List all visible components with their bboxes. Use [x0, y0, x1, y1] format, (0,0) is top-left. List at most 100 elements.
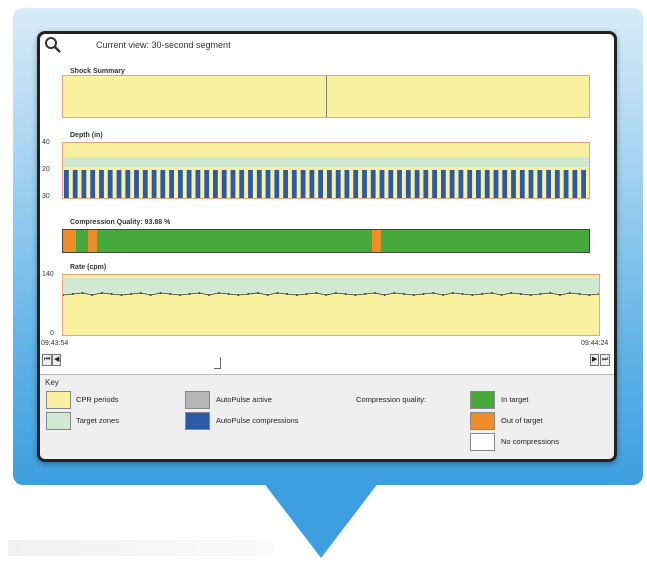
- depth-strip: [62, 142, 590, 199]
- window-title: Current view: 30-second segment: [96, 40, 231, 50]
- rate-trace: [63, 292, 599, 296]
- depth-compression-bar: [449, 170, 455, 198]
- depth-compression-bar: [99, 170, 104, 198]
- app-window: Current view: 30-second segment Shock Su…: [37, 31, 617, 462]
- rate-trace-line: [63, 292, 599, 296]
- depth-compression-bars: [64, 170, 586, 198]
- depth-compression-bar: [441, 170, 446, 198]
- depth-compression-bar: [125, 170, 131, 198]
- rate-strip: [62, 274, 600, 336]
- depth-compression-bar: [300, 170, 306, 198]
- target-zones-swatch: [46, 412, 71, 430]
- depth-compression-bar: [256, 170, 262, 198]
- target-zones-label: Target zones: [76, 416, 119, 425]
- autopulse-compressions-label: AutoPulse compressions: [216, 416, 299, 425]
- depth-compression-bar: [195, 170, 201, 198]
- jump-start-button[interactable]: ⏮: [42, 354, 53, 366]
- depth-compression-bar: [388, 170, 394, 198]
- depth-compression-bar: [335, 170, 341, 198]
- depth-compression-bar: [537, 170, 543, 198]
- depth-compression-bar: [519, 170, 525, 198]
- depth-compression-bar: [511, 170, 516, 198]
- in-target-swatch: [470, 391, 495, 409]
- depth-compression-bar: [72, 170, 78, 198]
- shock-summary-label: Shock Summary: [70, 68, 125, 75]
- out-of-target-swatch: [470, 412, 495, 430]
- timeline-scrollbar[interactable]: [62, 357, 592, 369]
- depth-compression-bar: [344, 170, 350, 198]
- compression-quality-label: Compression Quality: 93.88 %: [70, 219, 171, 226]
- depth-compression-bar: [283, 170, 288, 198]
- depth-compression-bar: [90, 170, 96, 198]
- timeline-scroll-thumb[interactable]: [214, 357, 221, 369]
- compression-quality-key-label: Compression quality:: [356, 395, 427, 404]
- depth-compression-bar: [186, 170, 192, 198]
- depth-compression-bar: [160, 170, 166, 198]
- depth-compression-bar: [563, 170, 569, 198]
- depth-ytick-bottom: 30: [42, 193, 50, 200]
- depth-compression-bar: [458, 170, 464, 198]
- out-of-target-label: Out of target: [501, 416, 543, 425]
- depth-compression-bar: [423, 170, 429, 198]
- depth-compression-bar: [169, 170, 174, 198]
- depth-compression-bar: [572, 170, 578, 198]
- depth-compression-bar: [581, 170, 586, 198]
- depth-compression-bar: [265, 170, 271, 198]
- depth-compression-bar: [142, 170, 148, 198]
- depth-compression-bar: [291, 170, 297, 198]
- jump-end-button[interactable]: ⏭: [600, 354, 611, 366]
- depth-compression-bar: [405, 170, 411, 198]
- cpr-periods-swatch: [46, 391, 71, 409]
- timeline-end: 09:44:24: [581, 340, 609, 347]
- depth-compression-bar: [64, 170, 69, 198]
- depth-compression-bar: [370, 170, 376, 198]
- depth-compression-bar: [397, 170, 402, 198]
- depth-compression-bar: [221, 170, 227, 198]
- depth-compression-bar: [467, 170, 473, 198]
- page-shadow-strip: [8, 540, 273, 556]
- depth-compression-bar: [134, 170, 139, 198]
- depth-compression-bar: [213, 170, 218, 198]
- depth-compression-bar: [546, 170, 551, 198]
- depth-compression-bar: [528, 170, 534, 198]
- depth-compression-bar: [230, 170, 236, 198]
- depth-compression-bar: [309, 170, 315, 198]
- key-title: Key: [45, 378, 59, 387]
- depth-compression-bar: [274, 170, 280, 198]
- callout-pointer: [263, 482, 379, 558]
- depth-compression-bar: [379, 170, 385, 198]
- depth-compression-bar: [502, 170, 508, 198]
- step-forward-button[interactable]: ▶: [590, 354, 600, 366]
- shock-summary-strip: [62, 75, 590, 118]
- quality-out-of-target-segment: [88, 230, 97, 252]
- depth-compression-bar: [432, 170, 437, 198]
- compression-quality-strip: [62, 229, 590, 253]
- legend-key: Key CPR periods Target zones AutoPulse a…: [40, 374, 614, 459]
- in-target-label: In target: [501, 395, 529, 404]
- depth-compression-bar: [414, 170, 420, 198]
- depth-ytick-mid: 20: [42, 166, 50, 173]
- depth-compression-bar: [116, 170, 122, 198]
- depth-compression-bar: [151, 170, 157, 198]
- depth-compression-bar: [327, 170, 332, 198]
- autopulse-active-swatch: [185, 391, 210, 409]
- cpr-periods-label: CPR periods: [76, 395, 119, 404]
- rate-ytick-bottom: 0: [50, 330, 54, 337]
- depth-compression-bar: [178, 170, 183, 198]
- depth-compression-bar: [493, 170, 499, 198]
- step-back-button[interactable]: ◀: [52, 354, 62, 366]
- depth-compression-bar: [353, 170, 359, 198]
- rate-label: Rate (cpm): [70, 264, 107, 271]
- depth-label: Depth (in): [70, 132, 103, 139]
- quality-out-of-target-segment: [63, 230, 76, 252]
- title-bar: Current view: 30-second segment: [40, 34, 614, 56]
- depth-compression-bar: [81, 170, 87, 198]
- timeline-start: 09:43:54: [41, 340, 69, 347]
- rate-ytick-top: 140: [42, 271, 54, 278]
- depth-compression-bar: [107, 170, 113, 198]
- magnifier-icon[interactable]: [44, 36, 62, 54]
- depth-compression-bar: [204, 170, 210, 198]
- depth-compression-bar: [362, 170, 367, 198]
- depth-compression-bar: [318, 170, 323, 198]
- shock-marker: [326, 76, 327, 117]
